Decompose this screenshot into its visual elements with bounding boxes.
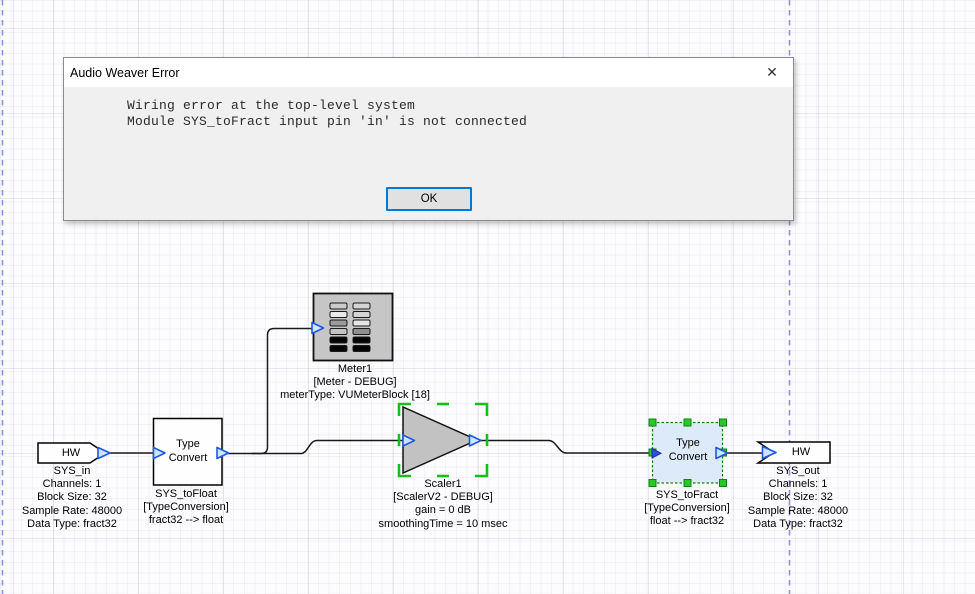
hw-in-caption: SYS_in Channels: 1 Block Size: 32 Sample… — [22, 465, 122, 531]
hw-in-tag: HW — [62, 446, 80, 460]
ok-button[interactable]: OK — [386, 187, 472, 211]
scaler1-caption: Scaler1 [ScalerV2 - DEBUG] gain = 0 dB s… — [379, 478, 508, 531]
designer-canvas[interactable]: HW Type Convert Type Convert HW SYS_in C… — [0, 0, 975, 594]
error-dialog: Audio Weaver Error ✕ Wiring error at the… — [63, 57, 794, 221]
error-dialog-titlebar[interactable]: Audio Weaver Error ✕ — [64, 58, 793, 87]
sys-tofract-caption: SYS_toFract [TypeConversion] float --> f… — [644, 489, 730, 529]
error-message: Wiring error at the top-level system Mod… — [127, 98, 527, 129]
meter1-caption: Meter1 [Meter - DEBUG] meterType: VUMete… — [280, 363, 430, 403]
sys-tofract-title: Type Convert — [669, 436, 708, 464]
scaler1-output-pin-icon[interactable] — [470, 435, 482, 446]
error-dialog-body: Wiring error at the top-level system Mod… — [64, 87, 793, 220]
sys-tofloat-caption: SYS_toFloat [TypeConversion] fract32 -->… — [143, 488, 229, 528]
error-dialog-title: Audio Weaver Error — [70, 66, 180, 80]
hw-out-tag: HW — [792, 445, 810, 459]
hw-out-caption: SYS_out Channels: 1 Block Size: 32 Sampl… — [748, 465, 848, 531]
wire-scaler-to-tofract[interactable] — [480, 441, 652, 454]
wire-tofloat-to-scaler[interactable] — [227, 441, 403, 454]
close-icon[interactable]: ✕ — [757, 61, 787, 84]
hw-in-output-pin-icon[interactable] — [98, 448, 110, 459]
sys-tofloat-title: Type Convert — [169, 437, 208, 465]
